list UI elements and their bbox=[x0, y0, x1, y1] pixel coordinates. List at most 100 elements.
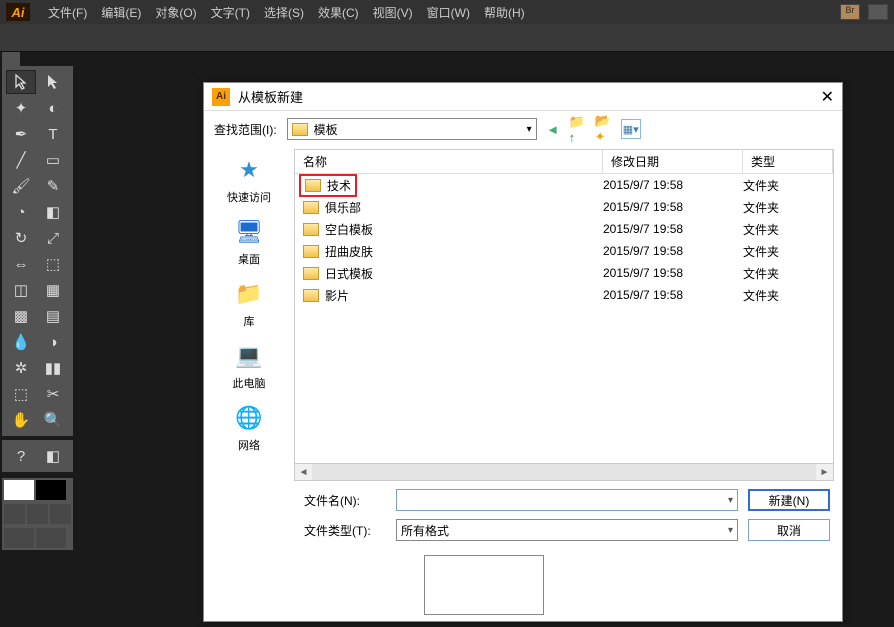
blend-tool-icon[interactable]: ◑ bbox=[38, 330, 68, 354]
col-date[interactable]: 修改日期 bbox=[603, 150, 743, 173]
file-row[interactable]: 空白模板 2015/9/7 19:58 文件夹 bbox=[295, 218, 833, 240]
color-mode-icon[interactable] bbox=[4, 504, 25, 524]
bridge-icon[interactable]: Br bbox=[840, 4, 860, 20]
menu-edit[interactable]: 编辑(E) bbox=[101, 4, 141, 21]
file-list-header: 名称 修改日期 类型 bbox=[295, 150, 833, 174]
new-folder-icon[interactable]: 📂✦ bbox=[595, 119, 615, 139]
menu-help[interactable]: 帮助(H) bbox=[484, 4, 525, 21]
menu-select[interactable]: 选择(S) bbox=[264, 4, 304, 21]
mesh-tool-icon[interactable]: ▩ bbox=[6, 304, 36, 328]
column-graph-tool-icon[interactable]: ▮▮ bbox=[38, 356, 68, 380]
file-name: 技术 bbox=[327, 177, 351, 194]
scroll-track[interactable] bbox=[312, 464, 816, 480]
lasso-tool-icon[interactable]: ◐ bbox=[38, 96, 68, 120]
scroll-right-icon[interactable]: ► bbox=[816, 467, 833, 478]
selection-tool-icon[interactable] bbox=[6, 70, 36, 94]
file-name: 影片 bbox=[325, 287, 603, 304]
file-row[interactable]: 日式模板 2015/9/7 19:58 文件夹 bbox=[295, 262, 833, 284]
symbol-sprayer-tool-icon[interactable]: ✲ bbox=[6, 356, 36, 380]
direct-selection-tool-icon[interactable] bbox=[38, 70, 68, 94]
tools-panel: ✦ ◐ ✒ T ╱ ▭ 🖌 ✎ ◔ ◧ ↻ ⤢ ⇔ ⬚ ◫ ▦ ▩ ▤ 💧 ◑ … bbox=[2, 66, 73, 436]
eyedropper-tool-icon[interactable]: 💧 bbox=[6, 330, 36, 354]
file-row[interactable]: 俱乐部 2015/9/7 19:58 文件夹 bbox=[295, 196, 833, 218]
artboard-tool-icon[interactable]: ⬚ bbox=[6, 382, 36, 406]
close-icon[interactable]: ✕ bbox=[821, 87, 834, 107]
place-label: 网络 bbox=[238, 437, 260, 453]
file-name: 日式模板 bbox=[325, 265, 603, 282]
scope-label: 查找范围(I): bbox=[214, 121, 277, 138]
perspective-grid-tool-icon[interactable]: ▦ bbox=[38, 278, 68, 302]
dialog-bottom: 文件名(N): ▾ 新建(N) 文件类型(T): 所有格式 ▾ 取消 bbox=[204, 483, 842, 621]
menu-window[interactable]: 窗口(W) bbox=[427, 4, 470, 21]
tools-tab[interactable] bbox=[2, 52, 20, 66]
file-row[interactable]: 技术 2015/9/7 19:58 文件夹 bbox=[295, 174, 833, 196]
file-date: 2015/9/7 19:58 bbox=[603, 244, 743, 258]
arrange-icon[interactable] bbox=[868, 4, 888, 20]
gradient-mode-icon[interactable] bbox=[27, 504, 48, 524]
blob-brush-tool-icon[interactable]: ◔ bbox=[6, 200, 36, 224]
pen-tool-icon[interactable]: ✒ bbox=[6, 122, 36, 146]
help-icon[interactable]: ? bbox=[6, 444, 36, 468]
scroll-left-icon[interactable]: ◄ bbox=[295, 467, 312, 478]
eraser-tool-icon[interactable]: ◧ bbox=[38, 200, 68, 224]
view-menu-icon[interactable]: ▦▾ bbox=[621, 119, 641, 139]
col-name[interactable]: 名称 bbox=[295, 150, 603, 173]
file-name: 俱乐部 bbox=[325, 199, 603, 216]
place-network[interactable]: 🌐 网络 bbox=[232, 403, 266, 453]
folder-icon bbox=[292, 123, 308, 136]
menu-file[interactable]: 文件(F) bbox=[48, 4, 87, 21]
type-tool-icon[interactable]: T bbox=[38, 122, 68, 146]
scale-tool-icon[interactable]: ⤢ bbox=[38, 226, 68, 250]
menu-type[interactable]: 文字(T) bbox=[211, 4, 250, 21]
scope-dropdown[interactable]: 模板 ▾ bbox=[287, 118, 537, 140]
place-quick-access[interactable]: ★ 快速访问 bbox=[227, 155, 271, 205]
filetype-dropdown[interactable]: 所有格式 ▾ bbox=[396, 519, 738, 541]
dialog-titlebar: Ai 从模板新建 ✕ bbox=[204, 83, 842, 111]
new-button[interactable]: 新建(N) bbox=[748, 489, 830, 511]
back-icon[interactable]: ◄ bbox=[543, 119, 563, 139]
shape-builder-tool-icon[interactable]: ◫ bbox=[6, 278, 36, 302]
menu-object[interactable]: 对象(O) bbox=[155, 4, 196, 21]
network-icon: 🌐 bbox=[232, 403, 266, 433]
width-tool-icon[interactable]: ⇔ bbox=[6, 252, 36, 276]
place-desktop[interactable]: 🖥 桌面 bbox=[232, 217, 266, 267]
horizontal-scrollbar[interactable]: ◄ ► bbox=[295, 463, 833, 480]
file-row[interactable]: 影片 2015/9/7 19:58 文件夹 bbox=[295, 284, 833, 306]
filename-input[interactable]: ▾ bbox=[396, 489, 738, 511]
desktop-icon: 🖥 bbox=[232, 217, 266, 247]
slice-tool-icon[interactable]: ✂ bbox=[38, 382, 68, 406]
col-type[interactable]: 类型 bbox=[743, 150, 833, 173]
place-label: 此电脑 bbox=[233, 375, 266, 391]
rectangle-tool-icon[interactable]: ▭ bbox=[38, 148, 68, 172]
menu-effect[interactable]: 效果(C) bbox=[318, 4, 359, 21]
filetype-label: 文件类型(T): bbox=[304, 522, 386, 539]
file-type: 文件夹 bbox=[743, 177, 833, 194]
none-mode-icon[interactable] bbox=[50, 504, 71, 524]
places-sidebar: ★ 快速访问 🖥 桌面 📁 库 💻 此电脑 🌐 网络 bbox=[204, 147, 294, 483]
app-logo: Ai bbox=[6, 3, 30, 21]
tools-panel-lower: ? ◧ bbox=[2, 440, 73, 472]
place-this-pc[interactable]: 💻 此电脑 bbox=[232, 341, 266, 391]
up-folder-icon[interactable]: 📁↑ bbox=[569, 119, 589, 139]
cancel-button[interactable]: 取消 bbox=[748, 519, 830, 541]
zoom-tool-icon[interactable]: 🔍 bbox=[38, 408, 68, 432]
file-row[interactable]: 扭曲皮肤 2015/9/7 19:58 文件夹 bbox=[295, 240, 833, 262]
fill-stroke-icon[interactable]: ◧ bbox=[38, 444, 68, 468]
place-libraries[interactable]: 📁 库 bbox=[232, 279, 266, 329]
gradient-tool-icon[interactable]: ▤ bbox=[38, 304, 68, 328]
file-date: 2015/9/7 19:58 bbox=[603, 266, 743, 280]
pencil-tool-icon[interactable]: ✎ bbox=[38, 174, 68, 198]
file-type: 文件夹 bbox=[743, 265, 833, 282]
hand-tool-icon[interactable]: ✋ bbox=[6, 408, 36, 432]
fill-swatch[interactable] bbox=[4, 480, 34, 500]
rotate-tool-icon[interactable]: ↻ bbox=[6, 226, 36, 250]
menu-view[interactable]: 视图(V) bbox=[373, 4, 413, 21]
magic-wand-tool-icon[interactable]: ✦ bbox=[6, 96, 36, 120]
draw-mode-icon[interactable] bbox=[36, 528, 66, 548]
stroke-swatch[interactable] bbox=[36, 480, 66, 500]
free-transform-tool-icon[interactable]: ⬚ bbox=[38, 252, 68, 276]
paintbrush-tool-icon[interactable]: 🖌 bbox=[6, 174, 36, 198]
line-tool-icon[interactable]: ╱ bbox=[6, 148, 36, 172]
screen-mode-icon[interactable] bbox=[4, 528, 34, 548]
preview-box bbox=[424, 555, 544, 615]
